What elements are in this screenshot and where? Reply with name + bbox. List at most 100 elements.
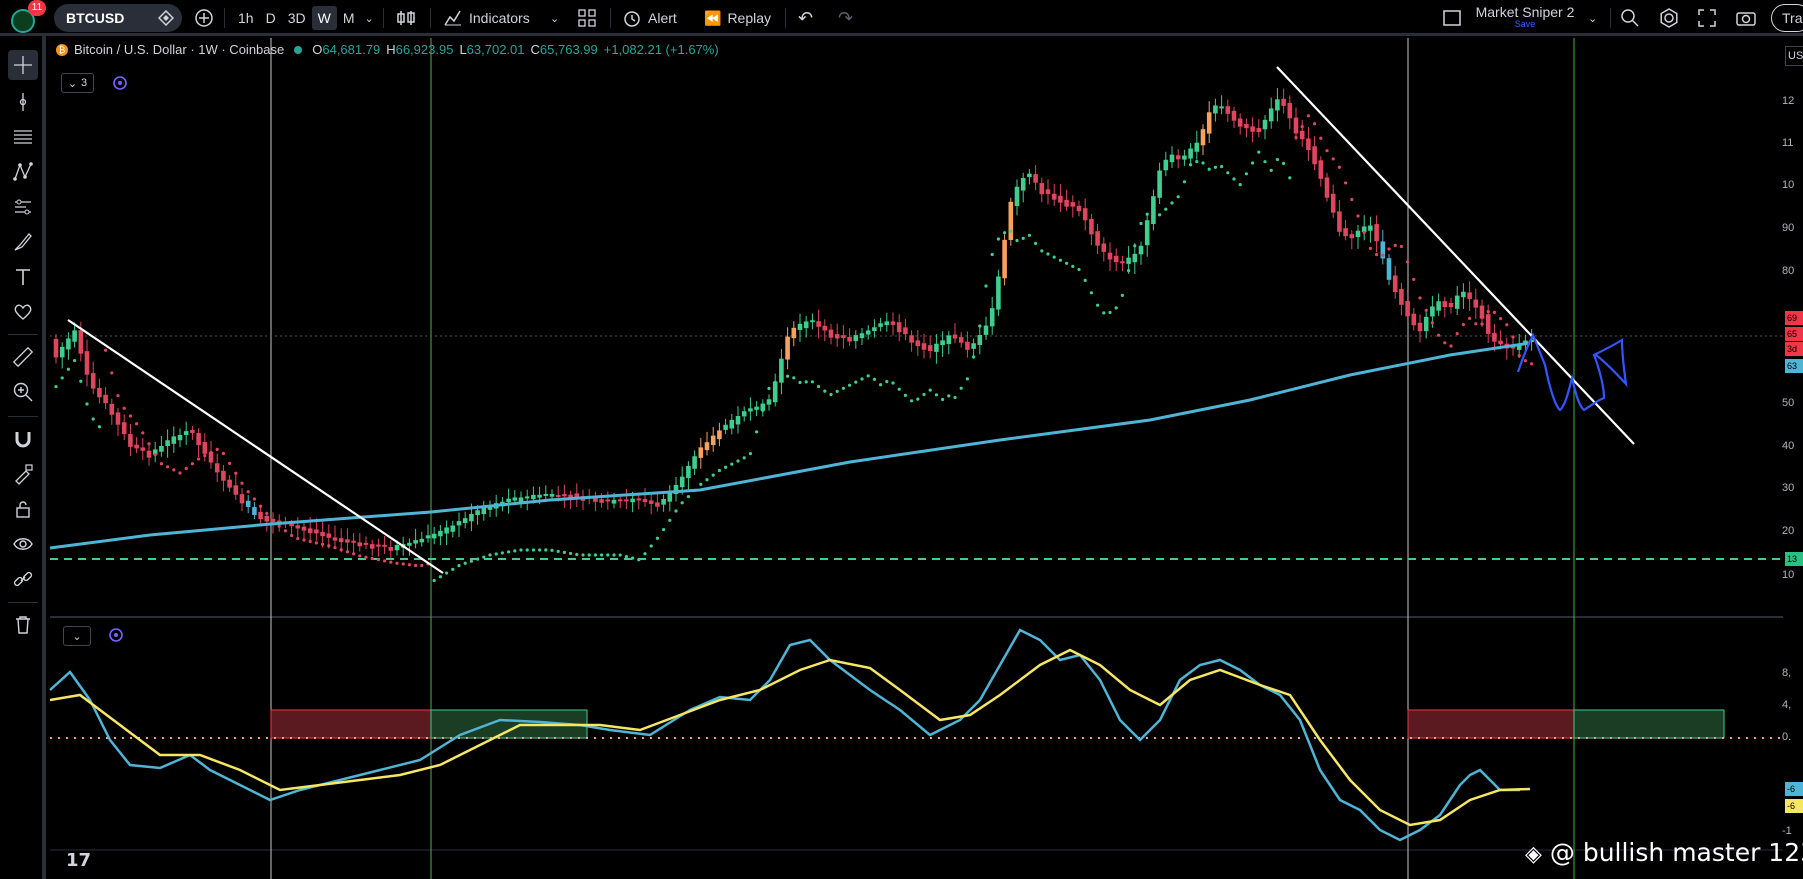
trade-button[interactable]: Trad [1771, 4, 1803, 32]
trailing-stop-dot [1282, 161, 1286, 165]
osc-collapse-button[interactable]: ⌄ [63, 626, 91, 646]
layout-grid-icon[interactable] [577, 0, 597, 36]
alert-button[interactable]: Alert [622, 0, 677, 36]
trailing-stop-dot [1461, 323, 1465, 327]
brush-icon[interactable] [8, 227, 38, 257]
candle [884, 321, 890, 326]
trailing-stop-dot [290, 533, 294, 538]
horizontal-lines-icon[interactable] [8, 122, 38, 152]
trailing-stop-dot [339, 548, 343, 552]
trailing-stop-dot [891, 381, 895, 385]
quick-search-icon[interactable] [1620, 0, 1640, 36]
price-axis[interactable]: US [1783, 36, 1803, 879]
trailing-stop-dot [1486, 310, 1490, 314]
replay-button[interactable]: ⏪ Replay [704, 0, 771, 36]
candle [872, 327, 877, 332]
trailing-stop-dot [1269, 168, 1273, 172]
trailing-stop-dot [135, 422, 139, 426]
currency-label[interactable]: US [1785, 46, 1803, 66]
zoom-in-icon[interactable] [8, 377, 38, 407]
layout-dropdown-icon[interactable]: ⌄ [1588, 0, 1597, 36]
trailing-stop-dot [885, 380, 889, 384]
compare-add-icon[interactable] [194, 0, 214, 36]
trailing-stop-dot [184, 466, 188, 470]
layout-checkbox-icon[interactable] [1442, 0, 1462, 36]
trailing-stop-dot [104, 348, 108, 352]
chart-type-icon[interactable] [396, 0, 416, 36]
candle [1051, 193, 1057, 200]
candle [1461, 291, 1466, 298]
candle [78, 330, 84, 354]
candle [642, 499, 648, 503]
candle [289, 524, 294, 527]
candle [1175, 155, 1181, 160]
redo-icon[interactable]: ↷ [838, 0, 853, 36]
candle [351, 540, 356, 543]
eye-icon[interactable] [8, 529, 38, 559]
trailing-stop-dot [649, 544, 653, 548]
indicators-collapse-button[interactable]: ⌄ 3 [61, 73, 94, 93]
candle [1107, 252, 1113, 260]
heart-icon[interactable] [8, 297, 38, 327]
symbol-title[interactable]: Bitcoin / U.S. Dollar · 1W · Coinbase [74, 42, 284, 57]
low-value: 63,702.01 [466, 42, 525, 57]
trailing-stop-dot [1195, 160, 1199, 164]
high-value: 66,923.95 [395, 42, 454, 57]
interval-dropdown-icon[interactable]: ⌄ [361, 12, 378, 25]
trailing-stop-dot [513, 549, 517, 553]
interval-w[interactable]: W [311, 6, 337, 30]
candle [1392, 275, 1398, 292]
trailing-stop-dot [1009, 229, 1013, 233]
interval-m[interactable]: M [337, 10, 361, 26]
interval-3d[interactable]: 3D [282, 10, 312, 26]
magnet-icon[interactable] [8, 424, 38, 454]
candle [1157, 170, 1162, 198]
interval-d[interactable]: D [260, 10, 282, 26]
candle [1287, 102, 1293, 119]
trend-line-icon[interactable] [8, 87, 38, 117]
symbol-search[interactable]: BTCUSD [54, 4, 182, 32]
indicators-dropdown-icon[interactable]: ⌄ [550, 0, 559, 36]
candle [896, 322, 902, 333]
candle [512, 497, 518, 501]
chevron-down-icon: ⌄ [67, 77, 78, 90]
pattern-icon[interactable] [8, 157, 38, 187]
indicators-button[interactable]: Indicators [443, 0, 530, 36]
loading-sync-icon[interactable] [112, 75, 128, 94]
text-tool-icon[interactable] [8, 262, 38, 292]
candle [1386, 258, 1392, 280]
forecast-tools-icon[interactable] [8, 192, 38, 222]
fullscreen-icon[interactable] [1697, 0, 1717, 36]
candle [1523, 340, 1528, 345]
layout-name-button[interactable]: Market Sniper 2 Save [1475, 4, 1575, 29]
candle [53, 338, 59, 358]
trailing-stop-dot [1430, 321, 1434, 325]
trailing-stop-dot [786, 374, 790, 378]
snapshot-camera-icon[interactable] [1735, 0, 1757, 36]
trailing-stop-dot [252, 497, 256, 501]
osc-sync-icon[interactable] [108, 627, 124, 646]
ruler-icon[interactable] [8, 342, 38, 372]
crosshair-icon[interactable] [8, 50, 38, 80]
candle [1020, 177, 1026, 191]
change-value: +1,082.21 (+1.67%) [603, 42, 719, 57]
trailing-stop-dot [438, 575, 442, 579]
settings-gear-icon[interactable] [1659, 0, 1679, 36]
trailing-stop-dot [655, 536, 660, 540]
lock-icon[interactable] [8, 494, 38, 524]
candle [549, 494, 555, 497]
diamond-icon[interactable] [158, 10, 174, 26]
price-chart[interactable]: 17 [0, 0, 1803, 879]
trade-label: Trad [1782, 10, 1803, 26]
lock-drawing-icon[interactable] [8, 459, 38, 489]
trash-icon[interactable] [8, 610, 38, 640]
trailing-stop-dot [823, 389, 827, 393]
trailing-stop-dot [717, 468, 722, 473]
candle [531, 494, 536, 500]
interval-1h[interactable]: 1h [232, 10, 260, 26]
candle [357, 542, 363, 547]
link-icon[interactable] [8, 564, 38, 594]
trailing-stop-dot [581, 553, 585, 557]
undo-icon[interactable]: ↶ [798, 0, 813, 36]
trailing-stop-dot [1437, 333, 1441, 337]
